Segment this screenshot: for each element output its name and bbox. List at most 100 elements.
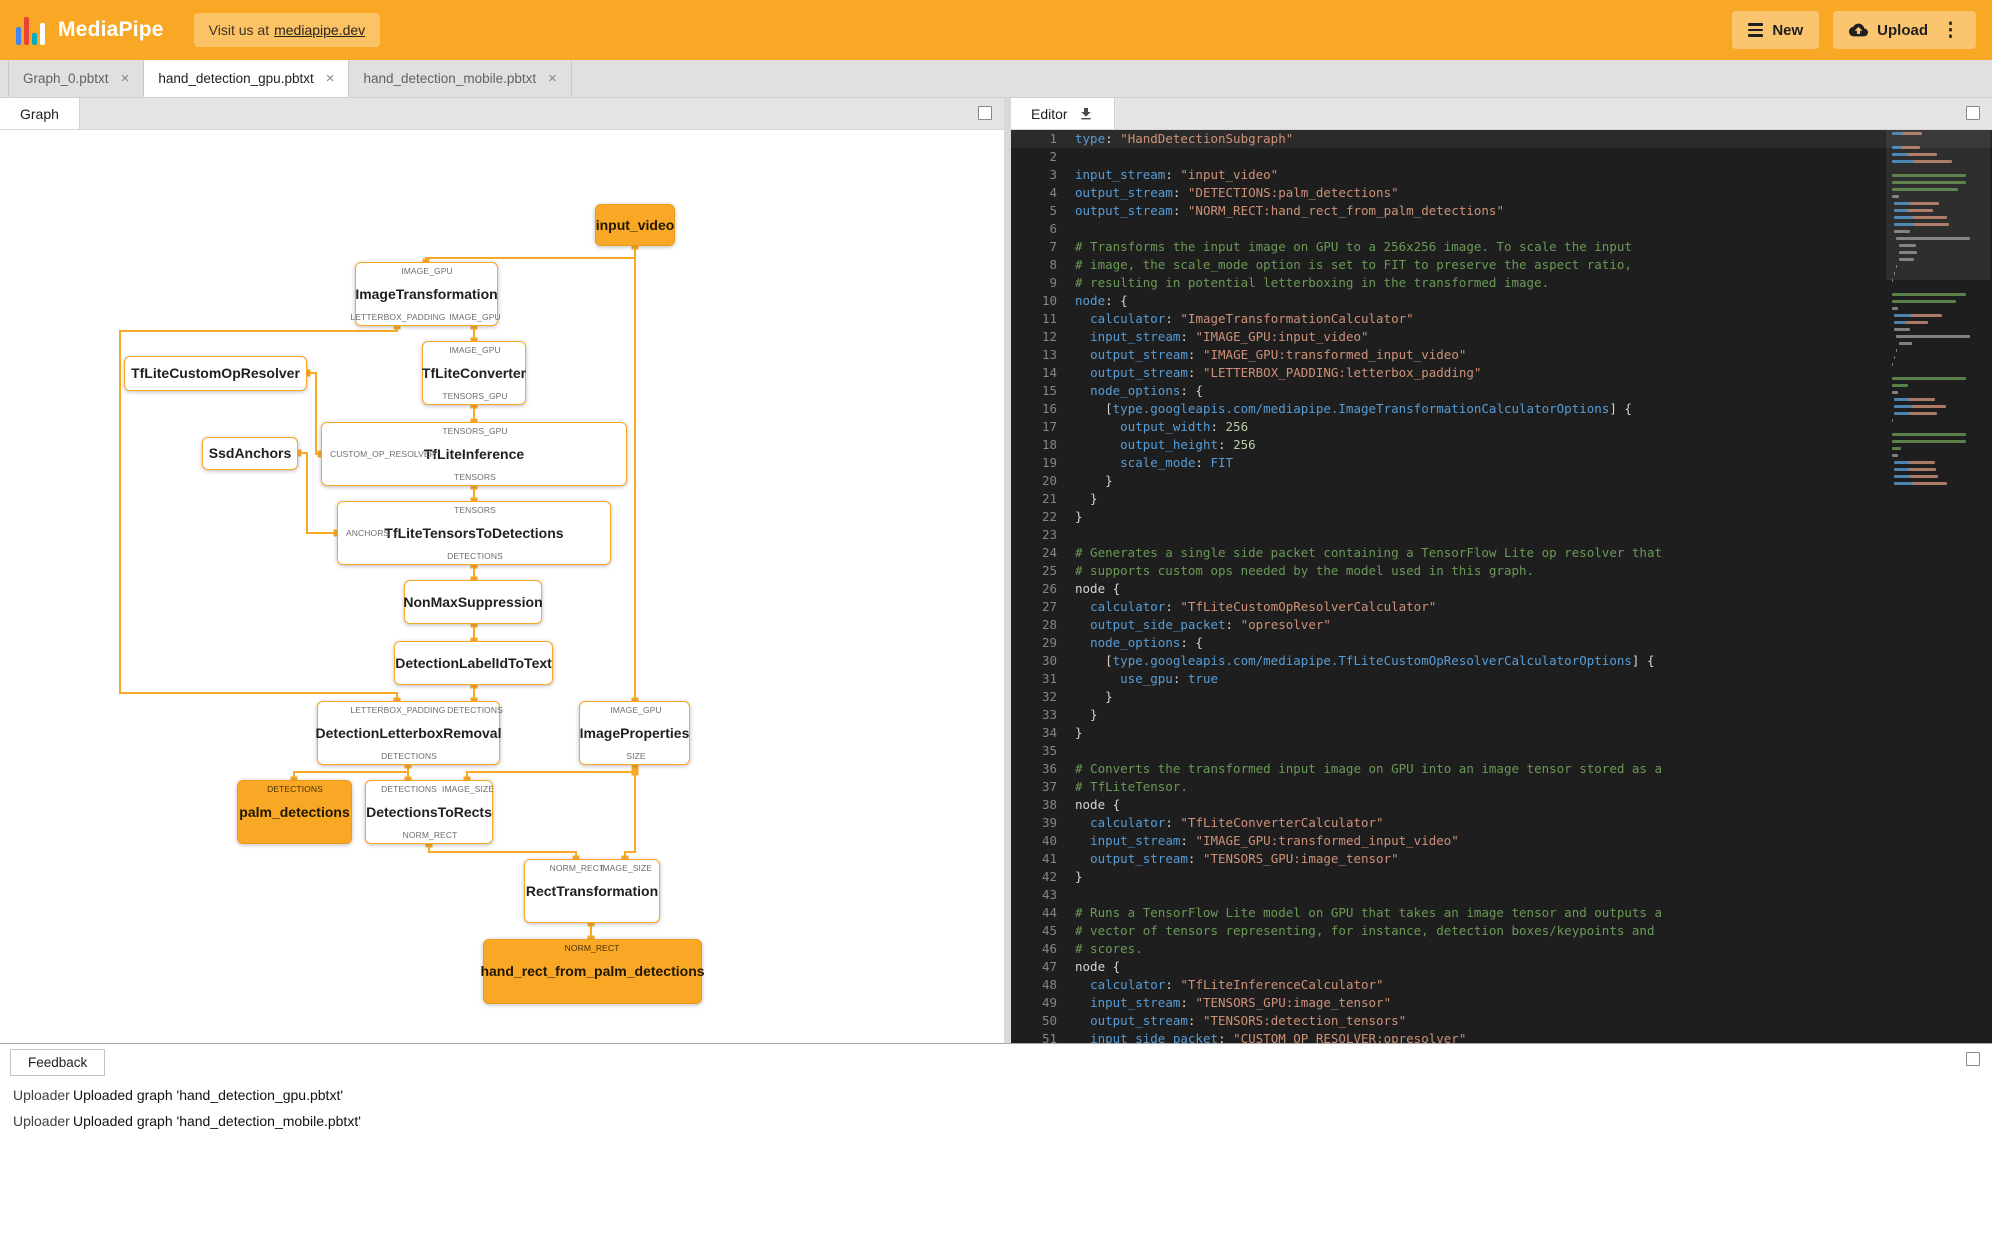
- tab-close-icon[interactable]: ×: [326, 71, 335, 86]
- graph-node-TfLiteInference[interactable]: TfLiteInference TENSORS_GPU TENSORS CUSTOM_…: [321, 422, 627, 486]
- graph-node-NonMaxSuppression[interactable]: NonMaxSuppression: [403, 580, 543, 624]
- line-number: 4: [1049, 185, 1057, 200]
- feedback-source: Uploader: [13, 1113, 70, 1129]
- code-line: 5 output_stream: "NORM_RECT:hand_rect_fro…: [1011, 202, 1992, 220]
- code-line: 3 input_stream: "input_video": [1011, 166, 1992, 184]
- graph-node-RectTransformation[interactable]: RectTransformation NORM_RECT IMAGE_SIZE: [524, 859, 660, 923]
- graph-node-input_video[interactable]: input_video: [595, 204, 675, 246]
- code-line: 36 # Converts the transformed input image…: [1011, 760, 1992, 778]
- cloud-upload-icon: [1849, 23, 1869, 37]
- port-label: NORM_RECT: [402, 830, 458, 840]
- popout-window-icon[interactable]: [1966, 106, 1980, 120]
- code-line: 15 node_options: {: [1011, 382, 1992, 400]
- graph-node-label: palm_detections: [239, 803, 350, 820]
- kebab-menu-icon[interactable]: ⋮: [1941, 21, 1960, 40]
- port-label: NORM_RECT: [564, 943, 620, 953]
- code-line: 4 output_stream: "DETECTIONS:palm_detecti…: [1011, 184, 1992, 202]
- line-number: 40: [1041, 833, 1057, 848]
- port-label: DETECTIONS: [381, 751, 437, 761]
- graph-node-TfLiteTensorsToDetections[interactable]: TfLiteTensorsToDetections TENSORS DETECTIO…: [337, 501, 611, 565]
- graph-node-TfLiteConverter[interactable]: TfLiteConverter IMAGE_GPU TENSORS_GPU: [422, 341, 526, 405]
- graph-node-TfLiteCustomOpResolver[interactable]: TfLiteCustomOpResolver: [124, 356, 307, 391]
- new-button-label: New: [1772, 21, 1804, 39]
- code-line: 46 # scores.: [1011, 940, 1992, 958]
- code-line: 18 output_height: 256: [1011, 436, 1992, 454]
- app-header: MediaPipe Visit us at mediapipe.dev New …: [0, 0, 1992, 60]
- code-line: 21 }: [1011, 490, 1992, 508]
- line-number: 49: [1041, 995, 1057, 1010]
- editor-minimap[interactable]: [1886, 130, 1990, 489]
- line-number: 22: [1041, 509, 1057, 524]
- line-number: 18: [1041, 437, 1057, 452]
- popout-window-icon[interactable]: [978, 106, 992, 120]
- line-number: 12: [1041, 329, 1057, 344]
- download-icon[interactable]: [1078, 106, 1094, 122]
- feedback-log: Uploader Uploaded graph 'hand_detection_g…: [0, 1087, 1992, 1129]
- graph-node-DetectionLabelIdToText[interactable]: DetectionLabelIdToText: [394, 641, 553, 685]
- line-number: 38: [1041, 797, 1057, 812]
- menu-lines-icon: [1748, 23, 1764, 37]
- code-editor[interactable]: 1 type: "HandDetectionSubgraph" 2 3 input_st…: [1011, 130, 1992, 1043]
- editor-tab[interactable]: Editor: [1011, 98, 1115, 129]
- code-line: 13 output_stream: "IMAGE_GPU:transformed…: [1011, 346, 1992, 364]
- code-line: 38 node {: [1011, 796, 1992, 814]
- document-tab[interactable]: Graph_0.pbtxt ×: [8, 60, 145, 97]
- editor-panel-strip: Editor: [1011, 98, 1992, 130]
- document-tab[interactable]: hand_detection_gpu.pbtxt ×: [144, 60, 350, 97]
- code-line: 22}: [1011, 508, 1992, 526]
- port-label: LETTERBOX_PADDING: [350, 312, 446, 322]
- popout-window-icon[interactable]: [1966, 1052, 1980, 1066]
- code-line: 20 }: [1011, 472, 1992, 490]
- code-line: 48 calculator: "TfLiteInferenceCalculato…: [1011, 976, 1992, 994]
- graph-node-SsdAnchors[interactable]: SsdAnchors: [202, 437, 298, 470]
- code-line: 42}: [1011, 868, 1992, 886]
- graph-node-hand_rect_from_palm_detections[interactable]: hand_rect_from_palm_detections NORM_RECT: [480, 939, 705, 1004]
- code-line: 10 node: {: [1011, 292, 1992, 310]
- port-label: TENSORS_GPU: [442, 391, 508, 401]
- line-number: 2: [1049, 149, 1057, 164]
- code-line: 2: [1011, 148, 1992, 166]
- graph-node-DetectionsToRects[interactable]: DetectionsToRects DETECTIONS IMAGE_SIZE NOR…: [365, 780, 494, 844]
- line-number: 13: [1041, 347, 1057, 362]
- graph-node-palm_detections[interactable]: palm_detections DETECTIONS: [237, 780, 352, 844]
- graph-tab[interactable]: Graph: [0, 98, 80, 129]
- document-tab-label: Graph_0.pbtxt: [23, 71, 109, 86]
- code-line: 33 }: [1011, 706, 1992, 724]
- graph-node-label: DetectionLetterboxRemoval: [315, 724, 502, 741]
- document-tab[interactable]: hand_detection_mobile.pbtxt ×: [349, 60, 572, 97]
- graph-canvas[interactable]: input_video ImageTransformation IMAGE_GPU L…: [0, 130, 1004, 1043]
- line-number: 10: [1041, 293, 1057, 308]
- line-number: 36: [1041, 761, 1057, 776]
- tab-close-icon[interactable]: ×: [548, 71, 557, 86]
- code-line: 39 calculator: "TfLiteConverterCalculato…: [1011, 814, 1992, 832]
- port-label: DETECTIONS: [267, 784, 323, 794]
- line-number: 14: [1041, 365, 1057, 380]
- line-number: 48: [1041, 977, 1057, 992]
- feedback-tab-label: Feedback: [28, 1055, 88, 1070]
- graph-node-DetectionLetterboxRemoval[interactable]: DetectionLetterboxRemoval LETTERBOX_PADDI…: [316, 701, 503, 765]
- graph-node-label: hand_rect_from_palm_detections: [480, 963, 705, 980]
- line-number: 7: [1049, 239, 1057, 254]
- editor-code[interactable]: 1 type: "HandDetectionSubgraph" 2 3 input_st…: [1011, 130, 1992, 1043]
- feedback-tab[interactable]: Feedback: [10, 1049, 106, 1076]
- line-number: 16: [1041, 401, 1057, 416]
- graph-node-label: DetectionLabelIdToText: [395, 654, 552, 671]
- port-label: ANCHORS: [346, 528, 390, 538]
- tab-close-icon[interactable]: ×: [121, 71, 130, 86]
- code-line: 25 # supports custom ops needed by the mo…: [1011, 562, 1992, 580]
- new-button[interactable]: New: [1732, 11, 1820, 49]
- line-number: 47: [1041, 959, 1057, 974]
- upload-button[interactable]: Upload ⋮: [1833, 11, 1976, 49]
- line-number: 11: [1041, 311, 1057, 326]
- port-label: TENSORS_GPU: [442, 426, 508, 436]
- graph-node-label: input_video: [595, 216, 675, 233]
- line-number: 39: [1041, 815, 1057, 830]
- line-number: 27: [1041, 599, 1057, 614]
- graph-node-ImageTransformation[interactable]: ImageTransformation IMAGE_GPU LETTERBOX_PA…: [350, 262, 501, 326]
- graph-node-ImageProperties[interactable]: ImageProperties IMAGE_GPU SIZE: [579, 701, 690, 765]
- graph-node-label: ImageTransformation: [355, 285, 498, 302]
- code-line: 44 # Runs a TensorFlow Lite model on GPU …: [1011, 904, 1992, 922]
- graph-node-label: TfLiteTensorsToDetections: [384, 524, 564, 541]
- line-number: 15: [1041, 383, 1057, 398]
- mediapipe-dev-link[interactable]: mediapipe.dev: [274, 22, 365, 38]
